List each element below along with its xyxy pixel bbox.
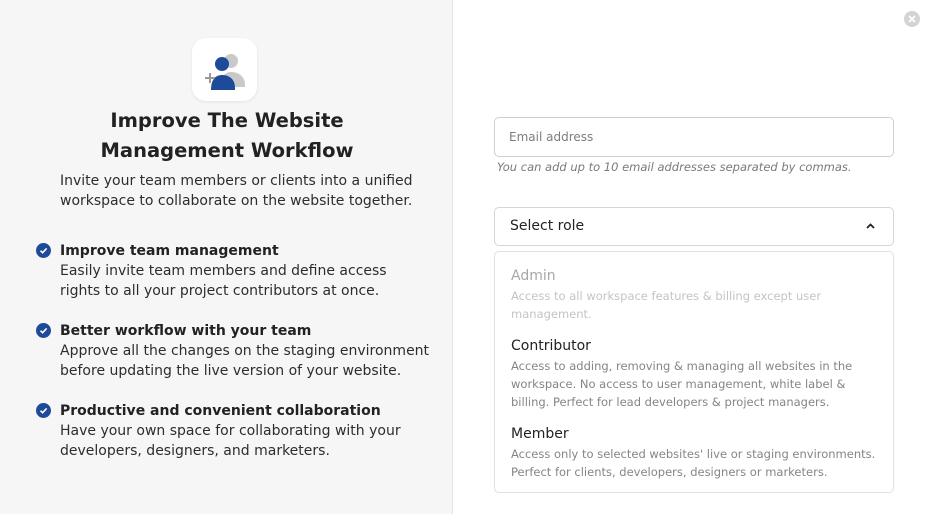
role-option-name: Admin — [511, 268, 556, 284]
chevron-up-icon — [866, 223, 875, 229]
role-option-description: Access to all workspace features & billi… — [511, 289, 822, 321]
feature-title: Productive and convenient collaboration — [60, 403, 381, 419]
add-team-members-icon — [205, 54, 245, 90]
intro-text: Invite your team members or clients into… — [60, 173, 413, 209]
logo — [192, 38, 257, 101]
feature-description: Approve all the changes on the staging e… — [60, 343, 430, 379]
check-circle-icon — [36, 403, 51, 418]
email-hint: You can add up to 10 email addresses sep… — [497, 160, 852, 174]
role-dropdown: Admin Access to all workspace features &… — [494, 251, 894, 493]
role-option-member[interactable]: Member Access only to selected websites'… — [511, 424, 881, 481]
check-circle-icon — [36, 243, 51, 258]
close-button[interactable] — [904, 11, 920, 27]
role-option-name: Contributor — [511, 338, 591, 354]
role-option-admin: Admin Access to all workspace features &… — [511, 266, 881, 323]
feature-title: Better workflow with your team — [60, 323, 312, 339]
role-option-description: Access to adding, removing & managing al… — [511, 359, 853, 409]
feature-description: Have your own space for collaborating wi… — [60, 423, 401, 459]
page-title: Improve The Website Management Workflow — [40, 106, 414, 166]
role-option-description: Access only to selected websites' live o… — [511, 447, 876, 479]
role-option-contributor[interactable]: Contributor Access to adding, removing &… — [511, 336, 881, 411]
feature-description: Easily invite team members and define ac… — [60, 263, 387, 299]
role-option-name: Member — [511, 426, 569, 442]
email-input[interactable] — [494, 117, 894, 157]
check-circle-icon — [36, 323, 51, 338]
close-icon — [908, 15, 916, 23]
title-line-1: Improve The Website — [110, 109, 344, 132]
role-select-value: Select role — [510, 218, 585, 234]
feature-title: Improve team management — [60, 243, 279, 259]
role-select[interactable]: Select role — [494, 207, 894, 246]
title-line-2: Management Workflow — [100, 139, 354, 162]
info-panel: Improve The Website Management Workflow … — [0, 0, 453, 514]
